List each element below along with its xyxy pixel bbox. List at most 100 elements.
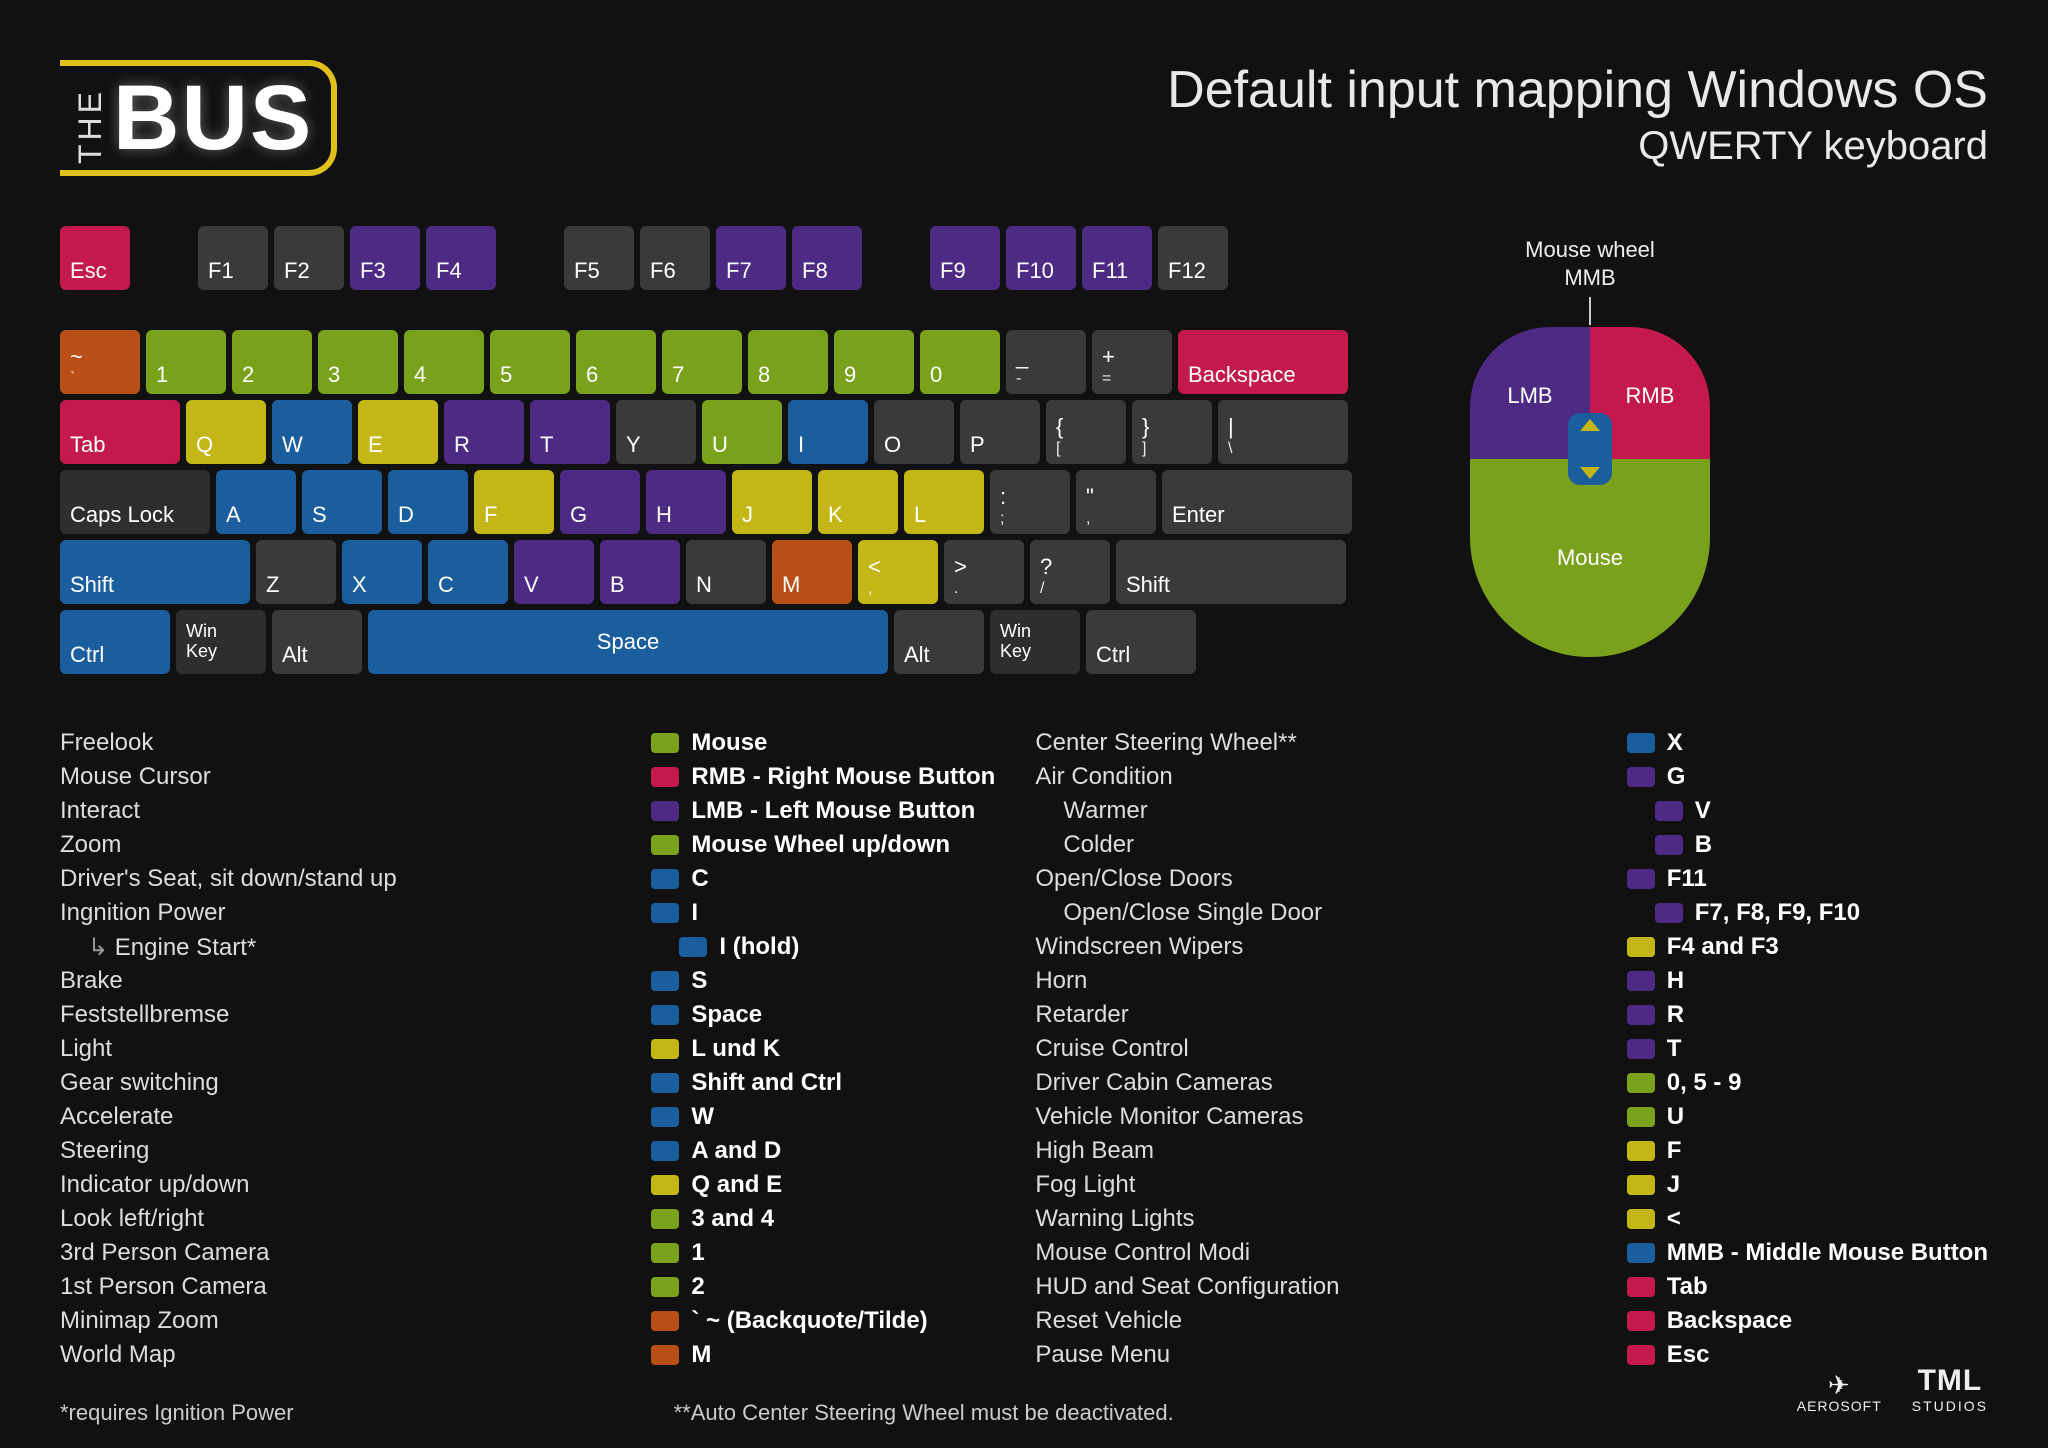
legend-label: 1st Person Camera xyxy=(60,1270,611,1304)
color-chip xyxy=(679,937,707,957)
key-shift: Shift xyxy=(1116,540,1346,604)
key-q: Q xyxy=(186,400,266,464)
legend-label: Mouse Control Modi xyxy=(1035,1236,1586,1270)
key-c: C xyxy=(428,540,508,604)
color-chip xyxy=(1627,1141,1655,1161)
key-u: U xyxy=(702,400,782,464)
color-chip xyxy=(1627,1005,1655,1025)
scroll-down-icon xyxy=(1580,467,1600,479)
key-8: 8 xyxy=(748,330,828,394)
key-2: 2 xyxy=(232,330,312,394)
color-chip xyxy=(651,733,679,753)
legend-key: J xyxy=(1627,1168,1988,1202)
legend-label: Look left/right xyxy=(60,1202,611,1236)
legend-label: Colder xyxy=(1035,828,1586,862)
legend-label: Fog Light xyxy=(1035,1168,1586,1202)
key-k: K xyxy=(818,470,898,534)
key-alt: Alt xyxy=(894,610,984,674)
legend-label: Steering xyxy=(60,1134,611,1168)
color-chip xyxy=(651,1345,679,1365)
legend-key: C xyxy=(651,862,995,896)
legend-key: ` ~ (Backquote/Tilde) xyxy=(651,1304,995,1338)
key-backspace: Backspace xyxy=(1178,330,1348,394)
legend-label: Gear switching xyxy=(60,1066,611,1100)
legend-label: Air Condition xyxy=(1035,760,1586,794)
legend-label: Warning Lights xyxy=(1035,1202,1586,1236)
color-chip xyxy=(651,1005,679,1025)
legend-key: T xyxy=(1627,1032,1988,1066)
key-space: Space xyxy=(368,610,888,674)
key-h: H xyxy=(646,470,726,534)
key-tab: Tab xyxy=(60,400,180,464)
callout-line xyxy=(1589,297,1591,325)
key-: _- xyxy=(1006,330,1086,394)
key-o: O xyxy=(874,400,954,464)
color-chip xyxy=(1627,1243,1655,1263)
key-z: Z xyxy=(256,540,336,604)
legend-key: I (hold) xyxy=(651,930,995,964)
key-b: B xyxy=(600,540,680,604)
legend-key: H xyxy=(1627,964,1988,998)
legend-label: Vehicle Monitor Cameras xyxy=(1035,1100,1586,1134)
legend-label: Pause Menu xyxy=(1035,1338,1586,1372)
legend-label: Engine Start* xyxy=(60,930,611,964)
key-gap xyxy=(868,226,924,290)
color-chip xyxy=(651,801,679,821)
legend-key: Backspace xyxy=(1627,1304,1988,1338)
legend-key: W xyxy=(651,1100,995,1134)
legend-label: Reset Vehicle xyxy=(1035,1304,1586,1338)
legend-label: Freelook xyxy=(60,726,611,760)
color-chip xyxy=(651,767,679,787)
keyboard-diagram: EscF1F2F3F4F5F6F7F8F9F10F11F12 ~`1234567… xyxy=(60,226,1360,680)
legend-label: Accelerate xyxy=(60,1100,611,1134)
color-chip xyxy=(651,1073,679,1093)
legend-label: Cruise Control xyxy=(1035,1032,1586,1066)
key-f12: F12 xyxy=(1158,226,1228,290)
legend-key: B xyxy=(1627,828,1988,862)
legend-key: Shift and Ctrl xyxy=(651,1066,995,1100)
key-gap xyxy=(502,226,558,290)
legend-key: F4 and F3 xyxy=(1627,930,1988,964)
color-chip xyxy=(651,1277,679,1297)
key-: }] xyxy=(1132,400,1212,464)
color-chip xyxy=(1655,801,1683,821)
key-m: M xyxy=(772,540,852,604)
key-f9: F9 xyxy=(930,226,1000,290)
key-f7: F7 xyxy=(716,226,786,290)
legend-key: S xyxy=(651,964,995,998)
color-chip xyxy=(1627,869,1655,889)
legend-key: A and D xyxy=(651,1134,995,1168)
legend-key: 2 xyxy=(651,1270,995,1304)
key-f5: F5 xyxy=(564,226,634,290)
key-f10: F10 xyxy=(1006,226,1076,290)
legend-key: F7, F8, F9, F10 xyxy=(1627,896,1988,930)
key-: >. xyxy=(944,540,1024,604)
legend-key: R xyxy=(1627,998,1988,1032)
mouse-body: Mouse xyxy=(1470,459,1710,657)
key-alt: Alt xyxy=(272,610,362,674)
key-e: E xyxy=(358,400,438,464)
mouse-diagram: Mouse wheelMMB LMB RMB Mouse xyxy=(1440,236,1740,680)
key-: ~` xyxy=(60,330,140,394)
key-shift: Shift xyxy=(60,540,250,604)
legend-label: Brake xyxy=(60,964,611,998)
color-chip xyxy=(1655,903,1683,923)
legend-key: F xyxy=(1627,1134,1988,1168)
legend-label: Driver's Seat, sit down/stand up xyxy=(60,862,611,896)
key-f: F xyxy=(474,470,554,534)
legend-label: Ingnition Power xyxy=(60,896,611,930)
key-3: 3 xyxy=(318,330,398,394)
key-6: 6 xyxy=(576,330,656,394)
key-7: 7 xyxy=(662,330,742,394)
color-chip xyxy=(1627,733,1655,753)
key-: += xyxy=(1092,330,1172,394)
legend-key: Mouse Wheel up/down xyxy=(651,828,995,862)
game-logo: THE BUS xyxy=(60,60,337,176)
key-j: J xyxy=(732,470,812,534)
legend-label: Indicator up/down xyxy=(60,1168,611,1202)
legend-key: MMB - Middle Mouse Button xyxy=(1627,1236,1988,1270)
key-gap xyxy=(136,226,192,290)
legend-key: F11 xyxy=(1627,862,1988,896)
key-0: 0 xyxy=(920,330,1000,394)
key-capslock: Caps Lock xyxy=(60,470,210,534)
